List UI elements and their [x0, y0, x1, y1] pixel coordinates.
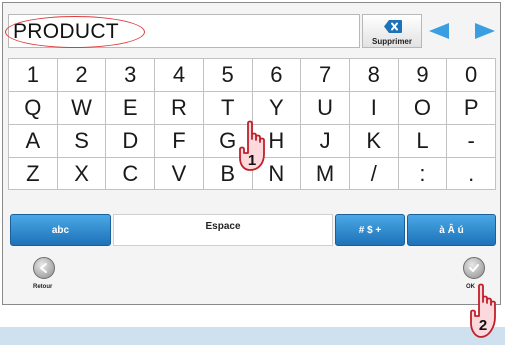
- key[interactable]: A: [8, 124, 58, 157]
- key[interactable]: 5: [203, 58, 253, 91]
- key[interactable]: C: [106, 157, 156, 190]
- key[interactable]: -: [447, 124, 497, 157]
- pointing-hand-icon: 1: [239, 120, 265, 171]
- key[interactable]: J: [301, 124, 350, 157]
- step-1-number: 1: [248, 152, 256, 169]
- lowercase-key[interactable]: abc: [10, 214, 111, 246]
- key[interactable]: 3: [106, 58, 156, 91]
- text-input[interactable]: PRODUCT: [8, 14, 360, 48]
- cursor-left-arrow-icon[interactable]: [429, 23, 449, 39]
- key[interactable]: 1: [8, 58, 58, 91]
- key[interactable]: D: [106, 124, 156, 157]
- key[interactable]: P: [447, 91, 497, 124]
- key[interactable]: 7: [301, 58, 350, 91]
- key[interactable]: .: [447, 157, 497, 190]
- key[interactable]: 4: [155, 58, 204, 91]
- space-key[interactable]: Espace: [113, 214, 333, 246]
- backspace-icon: [384, 20, 402, 33]
- key[interactable]: U: [301, 91, 350, 124]
- back-label: Retour: [33, 284, 53, 290]
- pointing-hand-icon: 2: [470, 283, 496, 338]
- key[interactable]: 9: [398, 58, 448, 91]
- delete-button[interactable]: Supprimer: [362, 14, 422, 48]
- symbols-key[interactable]: # $ +: [335, 214, 405, 246]
- input-value: PRODUCT: [13, 20, 119, 43]
- back-button[interactable]: [33, 257, 55, 279]
- key[interactable]: V: [155, 157, 204, 190]
- cursor-right-arrow-icon[interactable]: [475, 23, 495, 39]
- delete-label: Supprimer: [371, 37, 412, 46]
- key[interactable]: E: [106, 91, 156, 124]
- key[interactable]: F: [155, 124, 204, 157]
- checkmark-icon: [469, 264, 479, 272]
- key[interactable]: Z: [8, 157, 58, 190]
- key[interactable]: I: [349, 91, 399, 124]
- key[interactable]: 0: [447, 58, 497, 91]
- key[interactable]: W: [57, 91, 107, 124]
- bottom-band: [0, 327, 505, 345]
- key[interactable]: 6: [252, 58, 302, 91]
- key[interactable]: 8: [349, 58, 399, 91]
- step-2-number: 2: [479, 317, 487, 334]
- key[interactable]: O: [398, 91, 448, 124]
- accents-key[interactable]: à Â ú: [407, 214, 496, 246]
- key[interactable]: :: [398, 157, 448, 190]
- key[interactable]: Q: [8, 91, 58, 124]
- ok-button[interactable]: [463, 257, 485, 279]
- keyboard-row-digits: 1 2 3 4 5 6 7 8 9 0: [8, 58, 497, 91]
- key[interactable]: /: [349, 157, 399, 190]
- key[interactable]: X: [57, 157, 107, 190]
- key[interactable]: 2: [57, 58, 107, 91]
- key[interactable]: R: [155, 91, 204, 124]
- arrow-left-icon: [40, 263, 47, 273]
- key[interactable]: M: [301, 157, 350, 190]
- key[interactable]: L: [398, 124, 448, 157]
- key[interactable]: S: [57, 124, 107, 157]
- key[interactable]: K: [349, 124, 399, 157]
